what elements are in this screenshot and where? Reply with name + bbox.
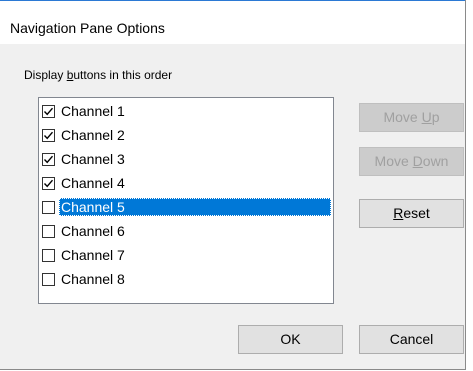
button-label-part: own bbox=[422, 153, 449, 169]
title-bar: Navigation Pane Options bbox=[0, 0, 465, 44]
button-label-mnemonic: R bbox=[393, 205, 404, 221]
checkmark-icon bbox=[43, 155, 54, 164]
button-label-mnemonic: U bbox=[421, 109, 432, 125]
checkbox[interactable] bbox=[42, 177, 55, 190]
list-item-channel-6[interactable]: Channel 6 bbox=[41, 222, 331, 240]
display-order-label: Display buttons in this order bbox=[24, 68, 172, 82]
button-label-part: Move bbox=[383, 109, 422, 125]
checkmark-icon bbox=[43, 131, 54, 140]
dialog-title: Navigation Pane Options bbox=[10, 20, 165, 36]
list-item-label: Channel 7 bbox=[61, 247, 125, 263]
list-item-label: Channel 5 bbox=[59, 198, 331, 216]
channel-list[interactable]: Channel 1 Channel 2 Channel 3 Channel 4 … bbox=[38, 97, 334, 304]
list-item-channel-7[interactable]: Channel 7 bbox=[41, 246, 331, 264]
checkbox[interactable] bbox=[42, 273, 55, 286]
list-item-label: Channel 2 bbox=[61, 127, 125, 143]
list-item-label: Channel 1 bbox=[61, 103, 125, 119]
list-item-label: Channel 8 bbox=[61, 271, 125, 287]
list-item-channel-8[interactable]: Channel 8 bbox=[41, 270, 331, 288]
move-down-button[interactable]: Move Down bbox=[359, 147, 464, 176]
list-item-label: Channel 3 bbox=[61, 151, 125, 167]
move-up-button[interactable]: Move Up bbox=[359, 103, 464, 132]
list-item-label: Channel 6 bbox=[61, 223, 125, 239]
checkmark-icon bbox=[43, 107, 54, 116]
display-order-label-part: Display bbox=[24, 68, 67, 82]
display-order-label-part: uttons in this order bbox=[73, 68, 173, 82]
ok-button[interactable]: OK bbox=[238, 325, 343, 354]
checkbox[interactable] bbox=[42, 249, 55, 262]
checkbox[interactable] bbox=[42, 129, 55, 142]
checkbox[interactable] bbox=[42, 225, 55, 238]
button-label-part: eset bbox=[403, 205, 430, 221]
navigation-pane-options-dialog: Navigation Pane Options Display buttons … bbox=[0, 0, 466, 370]
list-item-channel-5[interactable]: Channel 5 bbox=[41, 198, 331, 216]
list-item-label: Channel 4 bbox=[61, 175, 125, 191]
button-label-mnemonic: D bbox=[412, 153, 423, 169]
button-label-part: p bbox=[431, 109, 440, 125]
checkmark-icon bbox=[43, 179, 54, 188]
button-label-part: Move bbox=[374, 153, 413, 169]
checkbox[interactable] bbox=[42, 153, 55, 166]
list-item-channel-4[interactable]: Channel 4 bbox=[41, 174, 331, 192]
checkbox[interactable] bbox=[42, 201, 55, 214]
list-item-channel-3[interactable]: Channel 3 bbox=[41, 150, 331, 168]
list-item-channel-1[interactable]: Channel 1 bbox=[41, 102, 331, 120]
cancel-button[interactable]: Cancel bbox=[359, 325, 464, 354]
reset-button[interactable]: Reset bbox=[359, 199, 464, 228]
checkbox[interactable] bbox=[42, 105, 55, 118]
list-item-channel-2[interactable]: Channel 2 bbox=[41, 126, 331, 144]
